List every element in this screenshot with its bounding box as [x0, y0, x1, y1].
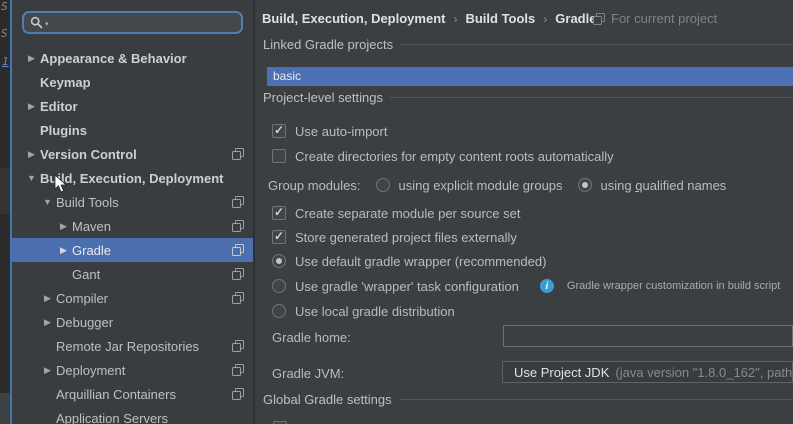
use-default-gradle-wrapper-radio[interactable]: Use default gradle wrapper (recommended): [272, 252, 546, 270]
chevron-right-icon[interactable]: ▶: [55, 245, 72, 256]
linked-project-row-selected[interactable]: basic: [267, 67, 793, 86]
editor-highlight-patch: [0, 168, 10, 214]
chevron-down-icon[interactable]: ▼: [23, 173, 40, 183]
chevron-right-icon[interactable]: ▶: [55, 221, 72, 232]
sidebar-item-editor[interactable]: ▶ Editor: [12, 94, 253, 118]
chevron-right-icon[interactable]: ▶: [23, 149, 40, 160]
radio-selected-icon[interactable]: [272, 254, 286, 268]
chevron-right-icon[interactable]: ▶: [23, 101, 40, 112]
editor-char: S: [1, 0, 8, 13]
use-wrapper-task-configuration-radio[interactable]: Use gradle 'wrapper' task configuration …: [272, 277, 780, 295]
chevron-right-icon[interactable]: ▶: [39, 317, 56, 328]
info-icon: i: [539, 279, 554, 293]
settings-search-field[interactable]: ▾: [22, 11, 243, 34]
settings-sidebar: ▾ ▶ Appearance & Behavior Keymap ▶ Edito…: [10, 0, 253, 424]
checkbox-checked-icon[interactable]: [272, 229, 286, 244]
gradle-home-input[interactable]: [503, 325, 793, 347]
sidebar-item-deployment[interactable]: ▶ Deployment: [12, 358, 253, 382]
sidebar-item-gradle[interactable]: ▶ Gradle: [12, 238, 253, 262]
per-project-icon: [232, 220, 244, 232]
per-project-icon: [232, 388, 244, 400]
checkbox-checked-icon[interactable]: [272, 205, 286, 220]
per-project-icon: [232, 148, 244, 160]
sidebar-item-compiler[interactable]: ▶ Compiler: [12, 286, 253, 310]
chevron-right-icon[interactable]: ▶: [23, 53, 40, 64]
separate-module-per-source-set-checkbox[interactable]: Create separate module per source set: [272, 204, 520, 222]
breadcrumb-item[interactable]: Build Tools: [465, 11, 535, 26]
settings-dialog: ▾ ▶ Appearance & Behavior Keymap ▶ Edito…: [10, 0, 793, 424]
sidebar-item-version-control[interactable]: ▶ Version Control: [12, 142, 253, 166]
settings-tree: ▶ Appearance & Behavior Keymap ▶ Editor …: [12, 46, 253, 424]
create-directories-checkbox[interactable]: Create directories for empty content roo…: [272, 147, 614, 165]
use-auto-import-checkbox[interactable]: Use auto-import: [272, 122, 387, 140]
radio-unselected-icon[interactable]: [272, 279, 286, 293]
sidebar-item-plugins[interactable]: Plugins: [12, 118, 253, 142]
radio-unselected-icon[interactable]: [272, 304, 286, 318]
chevron-down-icon[interactable]: ▼: [39, 197, 56, 207]
wrapper-hint-text: Gradle wrapper customization in build sc…: [566, 280, 781, 292]
editor-char: S: [1, 27, 8, 40]
sidebar-item-build-tools[interactable]: ▼ Build Tools: [12, 190, 253, 214]
scope-indicator: For current project: [593, 11, 717, 26]
breadcrumb-separator: ›: [453, 11, 458, 26]
group-modules-label: Group modules:: [268, 177, 361, 193]
sidebar-item-keymap[interactable]: Keymap: [12, 70, 253, 94]
section-project-level-settings: Project-level settings: [263, 90, 793, 105]
chevron-right-icon[interactable]: ▶: [39, 365, 56, 376]
per-project-icon: [232, 292, 244, 304]
scope-label: For current project: [611, 11, 718, 26]
sidebar-item-debugger[interactable]: ▶ Debugger: [12, 310, 253, 334]
gradle-jvm-dropdown[interactable]: Use Project JDK (java version "1.8.0_162…: [502, 361, 793, 383]
use-local-gradle-distribution-radio[interactable]: Use local gradle distribution: [272, 302, 455, 320]
editor-bottom-patch: [0, 393, 10, 424]
sidebar-item-application-servers[interactable]: Application Servers: [12, 406, 253, 424]
per-project-icon: [232, 364, 244, 376]
gradle-jvm-value: Use Project JDK: [514, 364, 610, 380]
sidebar-item-gant[interactable]: Gant: [12, 262, 253, 286]
section-linked-gradle-projects: Linked Gradle projects: [263, 37, 793, 52]
section-rule: [400, 44, 793, 45]
breadcrumb-separator: ›: [543, 11, 548, 26]
sidebar-item-arquillian-containers[interactable]: Arquillian Containers: [12, 382, 253, 406]
group-modules-row: Group modules: using explicit module gro…: [268, 176, 726, 194]
section-rule: [389, 97, 793, 98]
sidebar-item-maven[interactable]: ▶ Maven: [12, 214, 253, 238]
per-project-icon: [232, 244, 244, 256]
breadcrumb: Build, Execution, Deployment › Build Too…: [262, 11, 596, 26]
per-project-icon: [232, 268, 244, 280]
gradle-home-label: Gradle home:: [272, 330, 351, 345]
chevron-right-icon[interactable]: ▶: [39, 293, 56, 304]
partial-bottom-checkbox[interactable]: [273, 419, 287, 424]
qualified-names-option[interactable]: using qualified names: [601, 178, 727, 193]
per-project-icon: [232, 340, 244, 352]
radio-selected-icon[interactable]: [577, 178, 592, 192]
sidebar-item-remote-jar-repositories[interactable]: Remote Jar Repositories: [12, 334, 253, 358]
breadcrumb-item[interactable]: Build, Execution, Deployment: [262, 11, 445, 26]
gradle-jvm-label: Gradle JVM:: [272, 366, 345, 381]
section-rule: [398, 399, 793, 400]
gradle-settings-panel: Build, Execution, Deployment › Build Too…: [255, 0, 793, 424]
breadcrumb-item: Gradle: [555, 11, 597, 26]
search-icon: [30, 16, 43, 29]
gradle-jvm-detail: (java version "1.8.0_162", path: C:: [615, 364, 793, 380]
per-project-icon: [593, 12, 605, 25]
per-project-icon: [232, 196, 244, 208]
store-generated-files-externally-checkbox[interactable]: Store generated project files externally: [272, 228, 517, 246]
checkbox-unchecked-icon[interactable]: [272, 149, 286, 163]
radio-unselected-icon[interactable]: [375, 178, 390, 192]
sidebar-item-build-execution-deployment[interactable]: ▼ Build, Execution, Deployment: [12, 166, 253, 190]
explicit-module-groups-option[interactable]: using explicit module groups: [399, 178, 563, 193]
section-global-gradle-settings: Global Gradle settings: [263, 392, 793, 407]
background-editor-strip: S S 1: [0, 0, 10, 424]
search-history-dropdown-icon[interactable]: ▾: [45, 20, 49, 28]
checkbox-checked-icon[interactable]: [272, 123, 286, 138]
editor-char: 1: [2, 55, 9, 68]
sidebar-item-appearance-behavior[interactable]: ▶ Appearance & Behavior: [12, 46, 253, 70]
search-input[interactable]: [50, 15, 241, 30]
